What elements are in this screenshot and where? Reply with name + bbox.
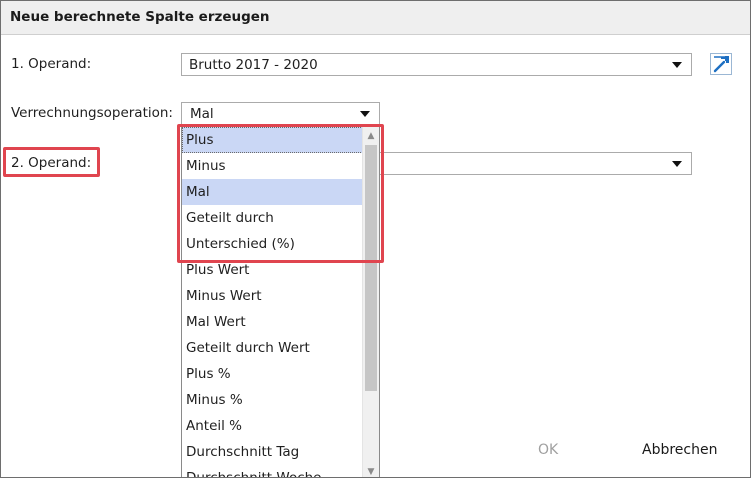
chevron-down-icon — [672, 161, 682, 167]
dropdown-items: Plus Minus Mal Geteilt durch Unterschied… — [182, 127, 363, 477]
chevron-up-icon[interactable]: ▲ — [363, 128, 379, 144]
dialog-title: Neue berechnete Spalte erzeugen — [10, 9, 270, 25]
chevron-down-icon[interactable]: ▼ — [363, 464, 379, 477]
chevron-down-icon — [360, 111, 370, 117]
dropdown-item-plus-prozent[interactable]: Plus % — [182, 361, 363, 387]
operand2-label: 2. Operand: — [11, 155, 92, 171]
chevron-down-icon — [672, 62, 682, 68]
dropdown-item-minus-wert[interactable]: Minus Wert — [182, 283, 363, 309]
ok-button[interactable]: OK — [538, 442, 558, 458]
dropdown-item-durchschnitt-woche[interactable]: Durchschnitt Woche — [182, 465, 363, 477]
dropdown-item-mal-wert[interactable]: Mal Wert — [182, 309, 363, 335]
scrollbar-thumb[interactable] — [365, 145, 377, 391]
wrench-icon[interactable] — [710, 53, 732, 75]
dropdown-item-geteilt-durch[interactable]: Geteilt durch — [182, 205, 363, 231]
wrench-icon-graphic — [713, 56, 729, 73]
dropdown-item-plus[interactable]: Plus — [182, 127, 363, 153]
dropdown-item-minus-prozent[interactable]: Minus % — [182, 387, 363, 413]
dropdown-item-plus-wert[interactable]: Plus Wert — [182, 257, 363, 283]
dropdown-item-anteil-prozent[interactable]: Anteil % — [182, 413, 363, 439]
dropdown-item-unterschied[interactable]: Unterschied (%) — [182, 231, 363, 257]
operand1-value: Brutto 2017 - 2020 — [189, 57, 318, 73]
operand1-label: 1. Operand: — [11, 56, 92, 72]
dropdown-item-geteilt-durch-wert[interactable]: Geteilt durch Wert — [182, 335, 363, 361]
operation-select[interactable]: Mal — [181, 102, 380, 125]
title-bar: Neue berechnete Spalte erzeugen — [1, 1, 750, 35]
dropdown-scrollbar[interactable]: ▲ ▼ — [362, 127, 379, 477]
calculated-column-dialog: Neue berechnete Spalte erzeugen 1. Opera… — [0, 0, 751, 478]
cancel-button[interactable]: Abbrechen — [642, 442, 717, 458]
dropdown-item-durchschnitt-tag[interactable]: Durchschnitt Tag — [182, 439, 363, 465]
dropdown-item-mal[interactable]: Mal — [182, 179, 363, 205]
dropdown-item-minus[interactable]: Minus — [182, 153, 363, 179]
operation-value: Mal — [190, 106, 214, 122]
operation-dropdown-list[interactable]: Plus Minus Mal Geteilt durch Unterschied… — [181, 126, 380, 477]
operand1-select[interactable]: Brutto 2017 - 2020 — [181, 53, 692, 76]
operation-label: Verrechnungsoperation: — [11, 105, 173, 121]
